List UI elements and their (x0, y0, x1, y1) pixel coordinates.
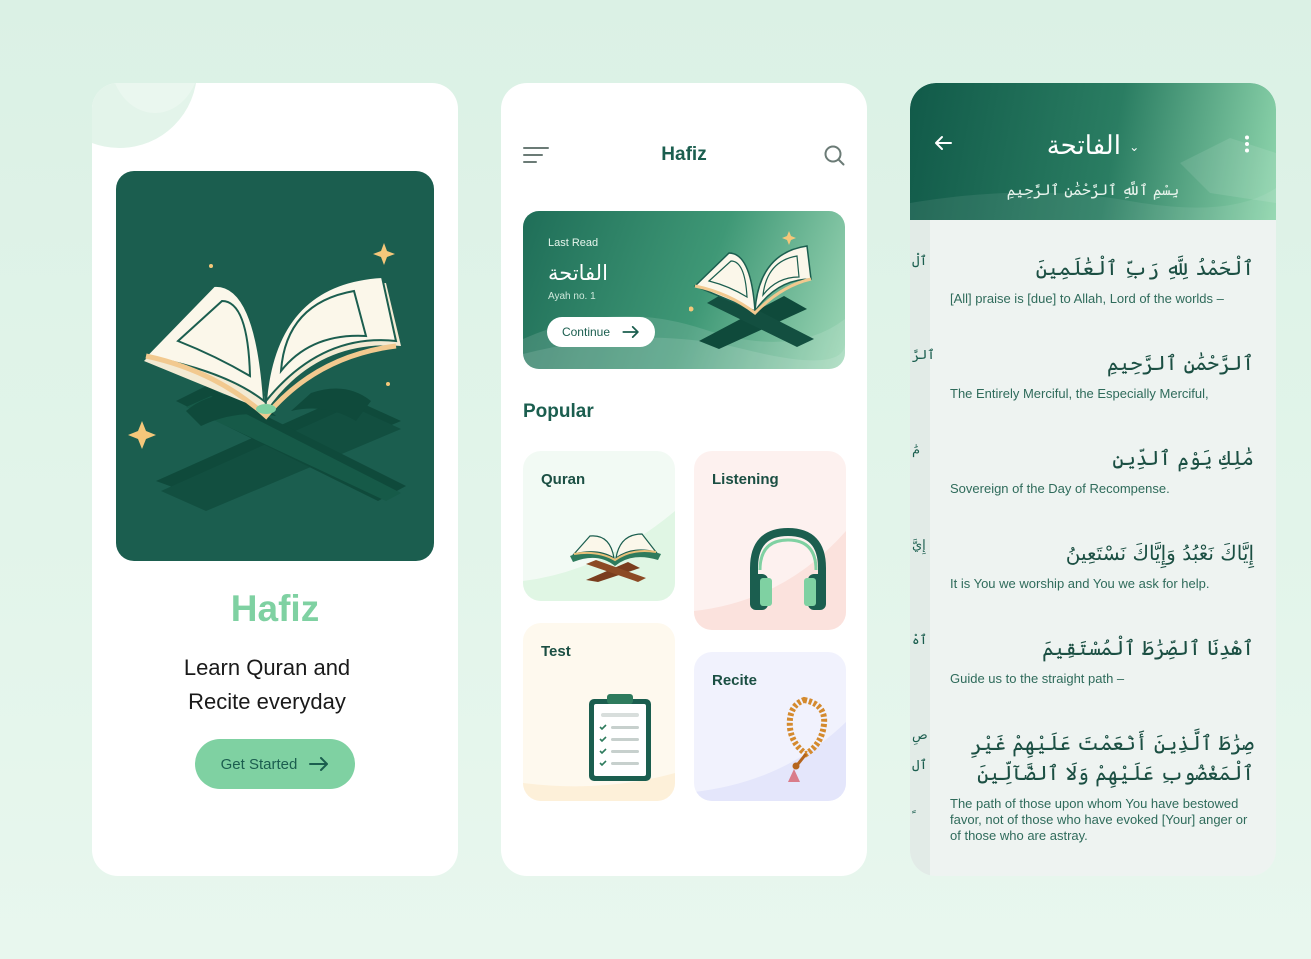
home-screen: Hafiz Last Read الفاتحة Ayah no. 1 Conti… (501, 83, 867, 876)
verse-translation: Sovereign of the Day of Recompense. (950, 481, 1170, 496)
edge-text: ٱل (912, 758, 928, 773)
reader-header: الفاتحة ⌄ بِسْمِ ٱللَّهِ ٱلرَّحْمَٰنِ ٱل… (910, 83, 1276, 220)
brand-title: Hafiz (230, 588, 320, 629)
arrow-right-icon (622, 326, 639, 338)
edge-text: ٱلْ (912, 254, 928, 269)
clipboard-icon (589, 694, 651, 781)
category-label: Test (541, 643, 571, 660)
category-card-test[interactable]: Test (523, 623, 675, 801)
verse-arabic: إِيَّاكَ نَعْبُدُ وَإِيَّاكَ نَسْتَعِينُ (1065, 541, 1254, 565)
get-started-label: Get Started (220, 755, 298, 773)
headphones-icon (750, 527, 826, 610)
bismillah: بِسْمِ ٱللَّهِ ٱلرَّحْمَٰنِ ٱلرَّحِيمِ (1006, 181, 1180, 199)
quran-on-stand-icon (128, 243, 406, 511)
quran-book-icon (689, 231, 814, 349)
verse-arabic: ٱهْدِنَا ٱلصِّرَٰطَ ٱلْمُسْتَقِيمَ (1042, 636, 1254, 660)
verse-item[interactable]: ٱلْحَمْدُ لِلَّهِ رَبِّ ٱلْعَٰلَمِينَ [A… (950, 253, 1254, 307)
verse-translation: The path of those upon whom You have bes… (950, 796, 1248, 843)
verse-arabic: صِرَٰطَ ٱلَّذِينَ أَنْعَمْتَ عَلَيْهِمْ … (970, 731, 1254, 785)
category-card-quran[interactable]: Quran (523, 451, 675, 601)
last-read-surah: الفاتحة (548, 261, 608, 285)
last-read-ayah: Ayah no. 1 (548, 291, 596, 302)
more-options-icon[interactable] (1244, 135, 1250, 153)
tagline: Learn Quran and Recite everyday (92, 651, 442, 719)
last-read-label: Last Read (548, 237, 599, 249)
verse-arabic: ٱلْحَمْدُ لِلَّهِ رَبِّ ٱلْعَٰلَمِينَ (1035, 256, 1254, 280)
surah-title[interactable]: الفاتحة ⌄ (910, 131, 1276, 161)
edge-text: ٱلرَّ (912, 348, 935, 363)
edge-text: ﹰ (912, 810, 916, 825)
category-label: Quran (541, 471, 586, 488)
verse-item[interactable]: ٱهْدِنَا ٱلصِّرَٰطَ ٱلْمُسْتَقِيمَ Guide… (950, 633, 1254, 687)
verse-translation: Guide us to the straight path – (950, 671, 1125, 686)
verse-translation: The Entirely Merciful, the Especially Me… (950, 386, 1209, 401)
verse-arabic: مَٰلِكِ يَوْمِ ٱلدِّينِ (1112, 446, 1254, 470)
top-bar: Hafiz (523, 143, 845, 167)
verse-item[interactable]: ٱلرَّحْمَٰنِ ٱلرَّحِيمِ The Entirely Mer… (950, 348, 1254, 402)
verse-arabic: ٱلرَّحْمَٰنِ ٱلرَّحِيمِ (1107, 351, 1254, 375)
chevron-down-icon: ⌄ (1129, 140, 1140, 154)
edge-text: ٱهْ (912, 633, 928, 648)
category-label: Listening (712, 471, 779, 488)
app-title: Hafiz (661, 144, 707, 165)
category-card-listening[interactable]: Listening (694, 451, 846, 630)
last-read-card[interactable]: Last Read الفاتحة Ayah no. 1 Continue (523, 211, 845, 369)
arrow-right-icon (309, 757, 329, 771)
continue-button[interactable]: Continue (547, 317, 655, 347)
hero-illustration (116, 171, 434, 561)
verse-translation: [All] praise is [due] to Allah, Lord of … (950, 291, 1224, 306)
tagline-line: Recite everyday (188, 689, 346, 714)
verse-item[interactable]: إِيَّاكَ نَعْبُدُ وَإِيَّاكَ نَسْتَعِينُ… (950, 538, 1254, 592)
search-icon[interactable] (823, 144, 845, 166)
category-card-recite[interactable]: Recite (694, 652, 846, 801)
onboarding-screen: Hafiz Learn Quran and Recite everyday Ge… (92, 83, 458, 876)
surah-name: الفاتحة (1046, 131, 1121, 161)
edge-text: صِ (912, 728, 928, 743)
get-started-button[interactable]: Get Started (195, 739, 355, 789)
reader-screen: الفاتحة ⌄ بِسْمِ ٱللَّهِ ٱلرَّحْمَٰنِ ٱل… (910, 83, 1276, 876)
edge-text: إِيَّ (912, 538, 926, 553)
prayer-beads-icon (786, 696, 828, 782)
edge-text: مَٰ (912, 443, 921, 458)
quran-book-icon (570, 533, 661, 582)
popular-heading: Popular (523, 401, 594, 422)
category-label: Recite (712, 672, 758, 689)
tagline-line: Learn Quran and (183, 655, 351, 680)
verse-item[interactable]: مَٰلِكِ يَوْمِ ٱلدِّينِ Sovereign of the… (950, 443, 1254, 497)
verse-translation: It is You we worship and You we ask for … (950, 576, 1210, 591)
previous-page-edge: ٱلْ ٱلرَّ مَٰ إِيَّ ٱهْ صِ ٱل ﹰ (910, 220, 935, 876)
verse-item[interactable]: صِرَٰطَ ٱلَّذِينَ أَنْعَمْتَ عَلَيْهِمْ … (950, 728, 1254, 844)
continue-label: Continue (561, 325, 611, 339)
